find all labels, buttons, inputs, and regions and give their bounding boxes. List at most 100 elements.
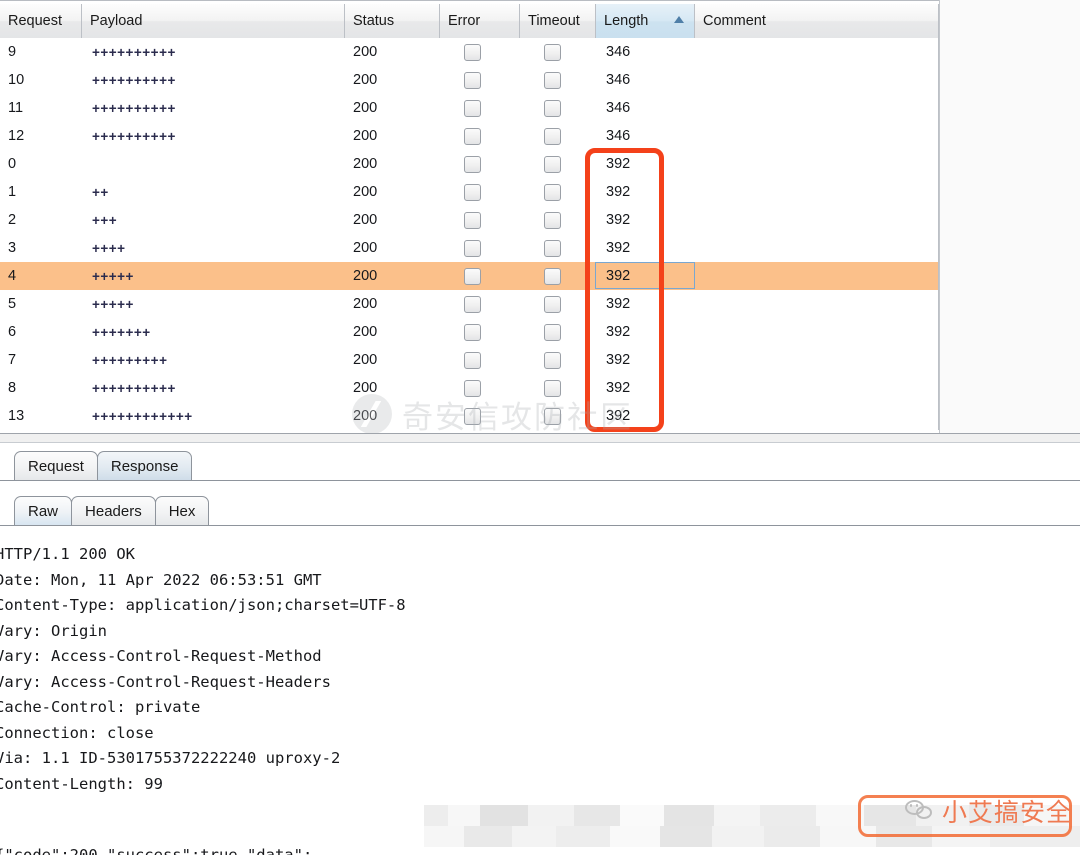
results-table-body: 9 ++++++++++ 200 346 10 ++++++++++ 200 346 11 +++… — [0, 38, 939, 433]
cell-length: 346 — [606, 72, 631, 88]
tab-request-label: Request — [28, 457, 84, 475]
cell-status: 200 — [353, 268, 378, 284]
table-row[interactable]: 0 200 392 — [0, 150, 939, 178]
table-row[interactable]: 12 ++++++++++ 200 346 — [0, 122, 939, 150]
cell-payload: ++++++++++ — [92, 128, 176, 144]
timeout-checkbox[interactable] — [544, 183, 561, 201]
response-raw-viewer[interactable]: HTTP/1.1 200 OK Date: Mon, 11 Apr 2022 0… — [0, 538, 1080, 855]
cell-payload: +++++++++ — [92, 352, 168, 368]
column-header-timeout[interactable]: Timeout — [520, 4, 596, 38]
cell-comment — [695, 38, 939, 66]
timeout-checkbox[interactable] — [544, 155, 561, 173]
column-header-error[interactable]: Error — [440, 4, 520, 38]
table-row[interactable]: 8 ++++++++++ 200 392 — [0, 374, 939, 402]
cell-comment — [695, 206, 939, 234]
cell-status: 200 — [353, 212, 378, 228]
cell-error — [440, 346, 520, 374]
timeout-checkbox[interactable] — [544, 323, 561, 341]
timeout-checkbox[interactable] — [544, 379, 561, 397]
error-checkbox[interactable] — [464, 239, 481, 257]
cell-request: 13 — [8, 408, 25, 424]
tab-raw[interactable]: Raw — [14, 496, 73, 525]
timeout-checkbox[interactable] — [544, 407, 561, 425]
timeout-checkbox[interactable] — [544, 71, 561, 89]
error-checkbox[interactable] — [464, 295, 481, 313]
cell-payload: ++++++++++++ — [92, 408, 193, 424]
panel-splitter[interactable] — [0, 433, 1080, 443]
cell-comment — [695, 374, 939, 402]
tab-request[interactable]: Request — [14, 451, 98, 480]
cell-status: 200 — [353, 408, 378, 424]
table-row[interactable]: 9 ++++++++++ 200 346 — [0, 38, 939, 66]
error-checkbox[interactable] — [464, 71, 481, 89]
cell-error — [440, 66, 520, 94]
cell-status: 200 — [353, 128, 378, 144]
table-row[interactable]: 13 ++++++++++++ 200 392 — [0, 402, 939, 430]
tab-hex[interactable]: Hex — [154, 496, 210, 525]
column-header-comment-label: Comment — [703, 13, 766, 29]
cell-error — [440, 94, 520, 122]
error-checkbox[interactable] — [464, 379, 481, 397]
cell-payload: ++++++++++ — [92, 72, 176, 88]
cell-status: 200 — [353, 184, 378, 200]
timeout-checkbox[interactable] — [544, 43, 561, 61]
table-row[interactable]: 2 +++ 200 392 — [0, 206, 939, 234]
cell-status: 200 — [353, 380, 378, 396]
timeout-checkbox[interactable] — [544, 351, 561, 369]
cell-timeout — [520, 318, 596, 346]
cell-comment — [695, 402, 939, 430]
cell-error — [440, 374, 520, 402]
cell-length: 392 — [606, 296, 631, 312]
cell-request: 5 — [8, 296, 17, 312]
error-checkbox[interactable] — [464, 211, 481, 229]
error-checkbox[interactable] — [464, 127, 481, 145]
table-row[interactable]: 7 +++++++++ 200 392 — [0, 346, 939, 374]
cell-timeout — [520, 150, 596, 178]
error-checkbox[interactable] — [464, 351, 481, 369]
timeout-checkbox[interactable] — [544, 211, 561, 229]
tab-headers[interactable]: Headers — [71, 496, 156, 525]
cell-comment — [695, 290, 939, 318]
cell-length: 392 — [606, 324, 631, 340]
error-checkbox[interactable] — [464, 267, 481, 285]
timeout-checkbox[interactable] — [544, 295, 561, 313]
cell-payload: ++++++++++ — [92, 100, 176, 116]
table-row[interactable]: 11 ++++++++++ 200 346 — [0, 94, 939, 122]
timeout-checkbox[interactable] — [544, 127, 561, 145]
results-table[interactable]: Request Payload Status Error Timeout Len… — [0, 0, 939, 433]
cell-timeout — [520, 206, 596, 234]
sort-ascending-icon — [674, 16, 684, 23]
timeout-checkbox[interactable] — [544, 267, 561, 285]
cell-payload — [82, 150, 345, 178]
column-header-comment[interactable]: Comment — [695, 4, 939, 38]
error-checkbox[interactable] — [464, 99, 481, 117]
table-row[interactable]: 6 +++++++ 200 392 — [0, 318, 939, 346]
table-row[interactable]: 1 ++ 200 392 — [0, 178, 939, 206]
table-row[interactable]: 3 ++++ 200 392 — [0, 234, 939, 262]
cell-error — [440, 290, 520, 318]
table-row[interactable]: 10 ++++++++++ 200 346 — [0, 66, 939, 94]
column-header-payload[interactable]: Payload — [82, 4, 345, 38]
cell-timeout — [520, 374, 596, 402]
cell-error — [440, 38, 520, 66]
cell-timeout — [520, 178, 596, 206]
column-header-length[interactable]: Length — [596, 4, 695, 38]
error-checkbox[interactable] — [464, 155, 481, 173]
error-checkbox[interactable] — [464, 323, 481, 341]
cell-length: 392 — [606, 212, 631, 228]
table-row[interactable]: 5 +++++ 200 392 — [0, 290, 939, 318]
column-header-request[interactable]: Request — [0, 4, 82, 38]
results-table-header: Request Payload Status Error Timeout Len… — [0, 4, 939, 38]
error-checkbox[interactable] — [464, 407, 481, 425]
cell-timeout — [520, 38, 596, 66]
error-checkbox[interactable] — [464, 183, 481, 201]
timeout-checkbox[interactable] — [544, 99, 561, 117]
cell-length: 392 — [606, 240, 631, 256]
error-checkbox[interactable] — [464, 43, 481, 61]
column-header-status[interactable]: Status — [345, 4, 440, 38]
tab-response[interactable]: Response — [96, 451, 193, 480]
timeout-checkbox[interactable] — [544, 239, 561, 257]
table-row[interactable]: 4 +++++ 200 392 — [0, 262, 939, 290]
cell-comment — [695, 234, 939, 262]
cell-request: 12 — [8, 128, 25, 144]
